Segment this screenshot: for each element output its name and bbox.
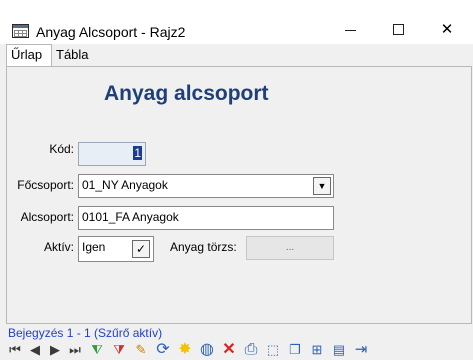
tab-strip: Űrlap Tábla (0, 44, 473, 66)
minimize-icon (344, 29, 356, 31)
table-app-icon (12, 24, 29, 38)
window-title: Anyag Alcsoport - Rajz2 (36, 24, 186, 40)
record-status: Bejegyzés 1 - 1 (Szűrő aktív) (8, 326, 163, 340)
checkmark-icon[interactable]: ✓ (132, 240, 150, 258)
tab-tabla[interactable]: Tábla (52, 45, 92, 65)
alcsoport-label: Alcsoport: (20, 210, 74, 224)
nav-toolbar: ⏮ ◀ ▶ ⏭ ⧨ ⧩ ✎ ⟳ ✸ ◍ ✕ ⎙ ⬚ ❐ ⊞ ▤ ⇥ (6, 341, 472, 359)
new-record-icon[interactable]: ✸ (176, 341, 194, 359)
copy-icon[interactable]: ❐ (286, 341, 304, 359)
alcsoport-value: 0101_FA Anyagok (82, 210, 179, 224)
first-record-icon[interactable]: ⏮ (6, 341, 24, 359)
anyag-torzs-label: Anyag törzs: (170, 240, 237, 254)
refresh-icon[interactable]: ⟳ (154, 341, 172, 359)
kod-field[interactable]: 1 (78, 142, 146, 166)
anyag-torzs-button[interactable]: ... (246, 236, 334, 260)
focsoport-dropdown[interactable]: 01_NY Anyagok ▼ (78, 174, 334, 198)
minimize-button[interactable] (328, 14, 372, 44)
prev-record-icon[interactable]: ◀ (26, 341, 44, 359)
tab-urlap[interactable]: Űrlap (6, 44, 52, 66)
delete-icon[interactable]: ✕ (220, 341, 238, 359)
print-icon[interactable]: ⎙ (242, 341, 260, 359)
maximize-button[interactable] (376, 14, 420, 44)
tree-icon[interactable]: ⊞ (308, 341, 326, 359)
form-heading: Anyag alcsoport (104, 82, 269, 105)
filter-add-icon[interactable]: ⧨ (88, 341, 106, 359)
maximize-icon (392, 23, 404, 35)
dropdown-arrow-icon[interactable]: ▼ (313, 177, 331, 195)
aktiv-value: Igen (82, 240, 106, 254)
edit-pencil-icon[interactable]: ✎ (132, 341, 150, 359)
aktiv-label: Aktív: (43, 240, 74, 254)
kod-value: 1 (133, 146, 142, 160)
web-icon[interactable]: ◍ (198, 341, 216, 359)
export-icon[interactable]: ▤ (330, 341, 348, 359)
focsoport-label: Főcsoport: (17, 178, 74, 192)
close-icon: ✕ (440, 21, 454, 38)
aktiv-field[interactable]: Igen ✓ (78, 236, 154, 262)
focsoport-value: 01_NY Anyagok (82, 178, 168, 192)
title-bar: Anyag Alcsoport - Rajz2 ✕ (0, 0, 473, 44)
last-record-icon[interactable]: ⏭ (66, 341, 84, 359)
next-record-icon[interactable]: ▶ (46, 341, 64, 359)
app-window: Anyag Alcsoport - Rajz2 ✕ Űrlap Tábla An… (0, 0, 473, 360)
alcsoport-field[interactable]: 0101_FA Anyagok (78, 206, 334, 230)
exit-icon[interactable]: ⇥ (352, 341, 370, 359)
print-preview-icon[interactable]: ⬚ (264, 341, 282, 359)
filter-remove-icon[interactable]: ⧩ (110, 341, 128, 359)
close-button[interactable]: ✕ (425, 14, 469, 44)
kod-label: Kód: (49, 142, 74, 156)
